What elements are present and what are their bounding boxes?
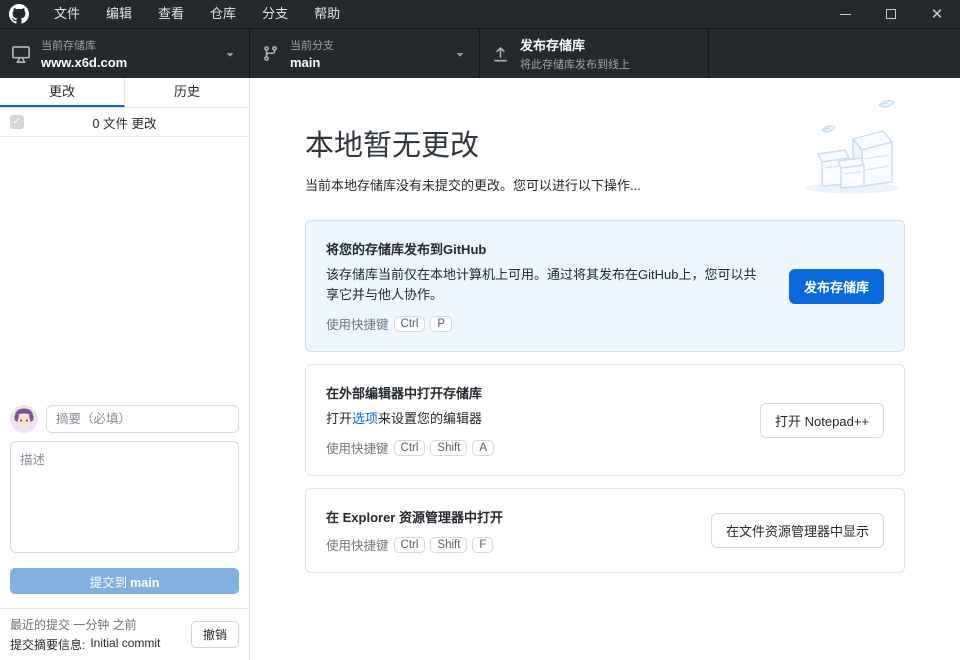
kbd-key: Ctrl (394, 440, 426, 456)
menu-branch[interactable]: 分支 (249, 0, 301, 28)
publish-repository-text: 发布存储库 将此存储库发布到线上 (520, 35, 696, 72)
tab-history[interactable]: 历史 (125, 78, 249, 107)
shortcut-label: 使用快捷键 (326, 314, 389, 333)
toolbar: 当前存储库 www.x6d.com 当前分支 main (0, 28, 960, 78)
tab-changes[interactable]: 更改 (0, 78, 125, 107)
suggested-actions: 将您的存储库发布到GitHub 该存储库当前仅在本地计算机上可用。通过将其发布在… (305, 220, 905, 573)
current-repository-button[interactable]: 当前存储库 www.x6d.com (0, 29, 250, 78)
select-all-checkbox[interactable]: ✓ (10, 115, 24, 129)
repository-label: 当前存储库 (41, 37, 215, 53)
card-content: 在 Explorer 资源管理器中打开 使用快捷键 Ctrl Shift F (326, 507, 687, 554)
commit-button-prefix: 提交到 (90, 576, 128, 590)
body-suffix: 来设置您的编辑器 (378, 411, 482, 426)
card-action: 在文件资源管理器中显示 (711, 513, 884, 548)
publish-repository-action-button[interactable]: 发布存储库 (789, 269, 884, 304)
card-body: 该存储库当前仅在本地计算机上可用。通过将其发布在GitHub上，您可以共享它并与… (326, 265, 765, 305)
avatar (10, 405, 38, 433)
body-prefix: 打开 (326, 411, 352, 426)
close-icon: ✕ (931, 7, 944, 22)
maximize-icon (886, 9, 896, 19)
card-title: 在 Explorer 资源管理器中打开 (326, 507, 687, 526)
commit-to-main-button[interactable]: 提交到main (10, 568, 239, 594)
summary-input[interactable] (46, 405, 239, 433)
github-logo-icon (9, 4, 29, 24)
show-in-explorer-button[interactable]: 在文件资源管理器中显示 (711, 513, 884, 548)
kbd-key: Shift (430, 537, 467, 553)
open-notepad-button[interactable]: 打开 Notepad++ (760, 403, 884, 438)
commit-summary-row (10, 405, 239, 433)
upload-icon (492, 45, 509, 62)
commit-form: 提交到main (0, 395, 249, 608)
publish-to-github-card: 将您的存储库发布到GitHub 该存储库当前仅在本地计算机上可用。通过将其发布在… (305, 220, 905, 352)
kbd-key: Ctrl (394, 537, 426, 553)
publish-repository-button[interactable]: 发布存储库 将此存储库发布到线上 (480, 29, 709, 78)
description-textarea[interactable] (10, 441, 239, 553)
menu-edit[interactable]: 编辑 (93, 0, 145, 28)
monitor-icon (12, 45, 30, 63)
shortcut-label: 使用快捷键 (326, 535, 389, 554)
close-button[interactable]: ✕ (914, 0, 960, 28)
card-title: 在外部编辑器中打开存储库 (326, 383, 736, 402)
kbd-key: Shift (430, 440, 467, 456)
kbd-key: Ctrl (394, 316, 426, 332)
card-shortcut: 使用快捷键 Ctrl Shift A (326, 438, 736, 457)
commit-summary-label: 提交摘要信息: (10, 636, 85, 653)
github-desktop-window: 文件 编辑 查看 仓库 分支 帮助 ✕ 当前存储库 www.x6d.com (0, 0, 960, 660)
card-shortcut: 使用快捷键 Ctrl P (326, 314, 765, 333)
menu-help[interactable]: 帮助 (301, 0, 353, 28)
sidebar-tabs: 更改 历史 (0, 78, 249, 108)
recent-commit-time: 最近的提交 一分钟 之前 (10, 616, 191, 633)
commit-summary-value: Initial commit (90, 636, 160, 653)
repository-name: www.x6d.com (41, 55, 215, 70)
current-repository-text: 当前存储库 www.x6d.com (41, 37, 215, 70)
publish-title: 发布存储库 (520, 35, 696, 54)
card-action: 打开 Notepad++ (760, 403, 884, 438)
sidebar: 更改 历史 ✓ 0 文件 更改 (0, 78, 250, 660)
recent-commit-footer: 最近的提交 一分钟 之前 提交摘要信息: Initial commit 撤销 (0, 608, 249, 660)
boxes-illustration (792, 96, 910, 203)
menu-file[interactable]: 文件 (41, 0, 93, 28)
minimize-icon (840, 14, 851, 15)
card-content: 将您的存储库发布到GitHub 该存储库当前仅在本地计算机上可用。通过将其发布在… (326, 239, 765, 333)
files-changed-row: ✓ 0 文件 更改 (0, 108, 249, 137)
files-changed-label: 0 文件 更改 (0, 113, 249, 132)
commit-button-branch: main (130, 576, 159, 590)
kbd-key: A (472, 440, 494, 456)
kbd-key: F (472, 537, 493, 553)
current-branch-text: 当前分支 main (290, 37, 445, 70)
card-content: 在外部编辑器中打开存储库 打开选项来设置您的编辑器 使用快捷键 Ctrl Shi… (326, 383, 736, 457)
options-link[interactable]: 选项 (352, 411, 378, 426)
window-controls: ✕ (822, 0, 960, 28)
recent-commit-summary: 提交摘要信息: Initial commit (10, 636, 191, 653)
title-bar: 文件 编辑 查看 仓库 分支 帮助 ✕ (0, 0, 960, 28)
undo-button[interactable]: 撤销 (191, 621, 239, 648)
open-in-editor-card: 在外部编辑器中打开存储库 打开选项来设置您的编辑器 使用快捷键 Ctrl Shi… (305, 364, 905, 476)
card-shortcut: 使用快捷键 Ctrl Shift F (326, 535, 687, 554)
card-body: 打开选项来设置您的编辑器 (326, 409, 736, 429)
kbd-key: P (430, 316, 452, 332)
branch-label: 当前分支 (290, 37, 445, 53)
menu-view[interactable]: 查看 (145, 0, 197, 28)
open-in-explorer-card: 在 Explorer 资源管理器中打开 使用快捷键 Ctrl Shift F 在… (305, 488, 905, 573)
changes-list-empty-area (0, 137, 249, 395)
maximize-button[interactable] (868, 0, 914, 28)
current-branch-button[interactable]: 当前分支 main (250, 29, 480, 78)
menu-repository[interactable]: 仓库 (197, 0, 249, 28)
main-content: 本地暂无更改 当前本地存储库没有未提交的更改。您可以进行以下操作... 将您的存… (250, 78, 960, 660)
minimize-button[interactable] (822, 0, 868, 28)
chevron-down-icon (223, 47, 237, 61)
card-action: 发布存储库 (789, 269, 884, 304)
recent-commit-info: 最近的提交 一分钟 之前 提交摘要信息: Initial commit (10, 616, 191, 653)
card-title: 将您的存储库发布到GitHub (326, 239, 765, 258)
main-body: 更改 历史 ✓ 0 文件 更改 (0, 78, 960, 660)
chevron-down-icon (453, 47, 467, 61)
publish-subtitle: 将此存储库发布到线上 (520, 56, 696, 72)
git-branch-icon (262, 45, 279, 62)
shortcut-label: 使用快捷键 (326, 438, 389, 457)
branch-name: main (290, 55, 445, 70)
